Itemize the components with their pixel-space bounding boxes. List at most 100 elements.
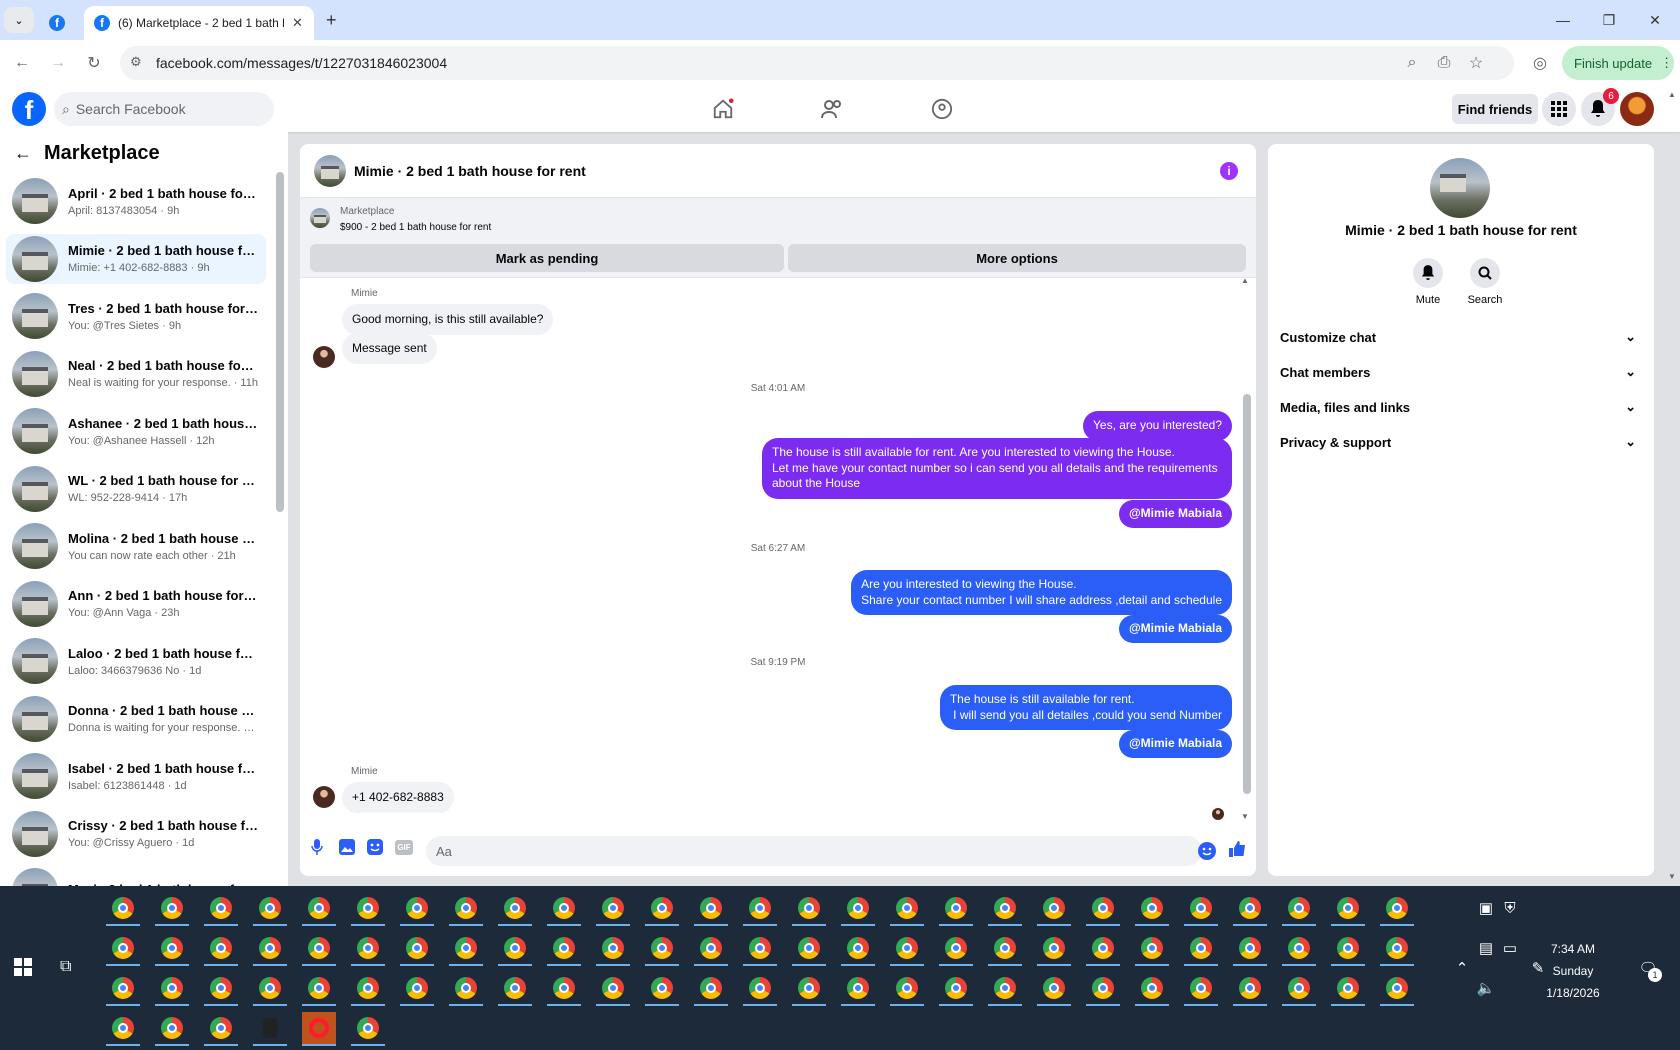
facebook-search-input[interactable]: ⌕ Search Facebook [54, 92, 274, 126]
account-avatar[interactable] [1620, 92, 1654, 126]
chrome-taskbar-icon[interactable] [694, 892, 728, 926]
chrome-taskbar-icon[interactable] [988, 972, 1022, 1006]
chrome-taskbar-icon[interactable] [1331, 932, 1365, 966]
chrome-taskbar-icon[interactable] [106, 972, 140, 1006]
chrome-taskbar-icon[interactable] [841, 932, 875, 966]
chrome-taskbar-icon[interactable] [547, 972, 581, 1006]
chrome-taskbar-icon[interactable] [890, 892, 924, 926]
mute-button[interactable]: Mute [1398, 258, 1458, 306]
chrome-taskbar-icon[interactable] [253, 972, 287, 1006]
listing-thumbnail[interactable] [310, 208, 330, 228]
chrome-taskbar-icon[interactable] [449, 932, 483, 966]
chrome-taskbar-icon[interactable] [792, 972, 826, 1006]
outgoing-message[interactable]: The house is still available for rent. A… [762, 438, 1232, 499]
chrome-taskbar-icon[interactable] [1282, 972, 1316, 1006]
address-bar[interactable]: ⚙ facebook.com/messages/t/12270318460230… [120, 46, 1514, 80]
chrome-taskbar-icon[interactable] [351, 1012, 385, 1046]
chrome-taskbar-icon[interactable] [1380, 892, 1414, 926]
home-nav-icon[interactable] [703, 90, 743, 128]
taskbar-app-icon[interactable] [253, 1012, 287, 1046]
chrome-taskbar-icon[interactable] [645, 932, 679, 966]
outgoing-message[interactable]: Are you interested to viewing the House.… [851, 570, 1232, 615]
sender-avatar[interactable] [313, 786, 335, 808]
chrome-taskbar-icon[interactable] [1135, 932, 1169, 966]
system-clock[interactable]: 7:34 AM Sunday 1/18/2026 [1538, 938, 1608, 1004]
back-arrow-icon[interactable]: ← [14, 143, 32, 164]
friends-nav-icon[interactable] [812, 90, 852, 128]
chrome-taskbar-icon[interactable] [253, 932, 287, 966]
restore-icon[interactable]: ❐ [1586, 8, 1632, 32]
chrome-taskbar-icon[interactable] [743, 932, 777, 966]
chrome-taskbar-icon[interactable] [351, 972, 385, 1006]
chrome-taskbar-icon[interactable] [939, 892, 973, 926]
chrome-taskbar-icon[interactable] [400, 892, 434, 926]
chrome-taskbar-icon[interactable] [1282, 892, 1316, 926]
chrome-taskbar-icon[interactable] [449, 892, 483, 926]
incoming-message[interactable]: Good morning, is this still available? [342, 304, 554, 335]
tab-facebook[interactable]: f [42, 6, 72, 40]
profile-icon[interactable]: ◎ [1526, 49, 1554, 77]
conversation-item[interactable]: Masi · 2 bed 1 bath house for rent [6, 866, 266, 886]
outgoing-message[interactable]: Yes, are you interested? [1083, 411, 1232, 441]
chrome-taskbar-icon[interactable] [1380, 932, 1414, 966]
chrome-taskbar-icon[interactable] [155, 932, 189, 966]
tray-app-icon[interactable]: ▤ [1474, 936, 1498, 960]
find-friends-button[interactable]: Find friends [1452, 94, 1538, 124]
chrome-taskbar-icon[interactable] [498, 892, 532, 926]
chrome-taskbar-icon[interactable] [1184, 892, 1218, 926]
chrome-taskbar-icon[interactable] [204, 932, 238, 966]
chrome-taskbar-icon[interactable] [939, 932, 973, 966]
chrome-taskbar-icon[interactable] [449, 972, 483, 1006]
conversation-item[interactable]: Ashanee · 2 bed 1 bath house fo... You: @… [6, 406, 266, 456]
conversation-item[interactable]: April · 2 bed 1 bath house for rent April… [6, 176, 266, 226]
window-close-icon[interactable]: ✕ [1632, 8, 1678, 32]
tab-close-icon[interactable]: ✕ [292, 15, 303, 31]
chrome-taskbar-icon[interactable] [596, 892, 630, 926]
like-thumbs-up-icon[interactable] [1226, 838, 1248, 860]
opera-taskbar-icon[interactable] [302, 1012, 336, 1046]
photo-icon[interactable] [336, 836, 358, 858]
chrome-taskbar-icon[interactable] [106, 1012, 140, 1046]
chrome-taskbar-icon[interactable] [1331, 972, 1365, 1006]
menu-kebab-icon[interactable]: ⋮ [1660, 55, 1673, 71]
chrome-taskbar-icon[interactable] [351, 892, 385, 926]
conversation-item[interactable]: Neal · 2 bed 1 bath house for rent Neal i… [6, 349, 266, 399]
chat-scrollbar[interactable] [1243, 394, 1251, 794]
chrome-taskbar-icon[interactable] [204, 972, 238, 1006]
chrome-taskbar-icon[interactable] [988, 892, 1022, 926]
chrome-taskbar-icon[interactable] [106, 892, 140, 926]
chrome-taskbar-icon[interactable] [106, 932, 140, 966]
chrome-taskbar-icon[interactable] [645, 972, 679, 1006]
facebook-logo[interactable]: f [12, 92, 46, 126]
chrome-taskbar-icon[interactable] [547, 932, 581, 966]
more-options-button[interactable]: More options [788, 244, 1246, 272]
forward-icon[interactable]: → [44, 49, 72, 77]
chrome-taskbar-icon[interactable] [694, 932, 728, 966]
chrome-taskbar-icon[interactable] [988, 932, 1022, 966]
chrome-taskbar-icon[interactable] [204, 892, 238, 926]
chrome-taskbar-icon[interactable] [1184, 972, 1218, 1006]
chrome-taskbar-icon[interactable] [1037, 892, 1071, 926]
conversation-item[interactable]: Crissy · 2 bed 1 bath house for r... You:… [6, 809, 266, 859]
show-hidden-icons-icon[interactable]: ⌃ [1450, 956, 1474, 980]
chrome-taskbar-icon[interactable] [1086, 932, 1120, 966]
conversation-item[interactable]: Isabel · 2 bed 1 bath house for r... Isab… [6, 751, 266, 801]
mention-tag[interactable]: @Mimie Mabiala [1118, 730, 1232, 758]
chrome-taskbar-icon[interactable] [596, 932, 630, 966]
chrome-taskbar-icon[interactable] [547, 892, 581, 926]
chrome-taskbar-icon[interactable] [155, 972, 189, 1006]
zoom-icon[interactable]: ⌕ [1398, 49, 1426, 77]
info-icon[interactable]: i [1220, 162, 1238, 180]
media-files-links-row[interactable]: Media, files and links ⌄ [1280, 390, 1640, 424]
new-tab-icon[interactable]: + [326, 10, 337, 31]
chat-title[interactable]: Mimie · 2 bed 1 bath house for rent [354, 163, 586, 179]
chrome-taskbar-icon[interactable] [890, 972, 924, 1006]
chrome-taskbar-icon[interactable] [792, 892, 826, 926]
page-scroll-up-icon[interactable]: ▲ [1668, 90, 1676, 99]
chrome-taskbar-icon[interactable] [155, 892, 189, 926]
microphone-icon[interactable] [306, 836, 328, 858]
chrome-taskbar-icon[interactable] [1184, 932, 1218, 966]
tab-list-button[interactable]: ⌄ [4, 7, 34, 33]
chrome-taskbar-icon[interactable] [1086, 972, 1120, 1006]
volume-icon[interactable]: 🔈 [1474, 976, 1498, 1000]
